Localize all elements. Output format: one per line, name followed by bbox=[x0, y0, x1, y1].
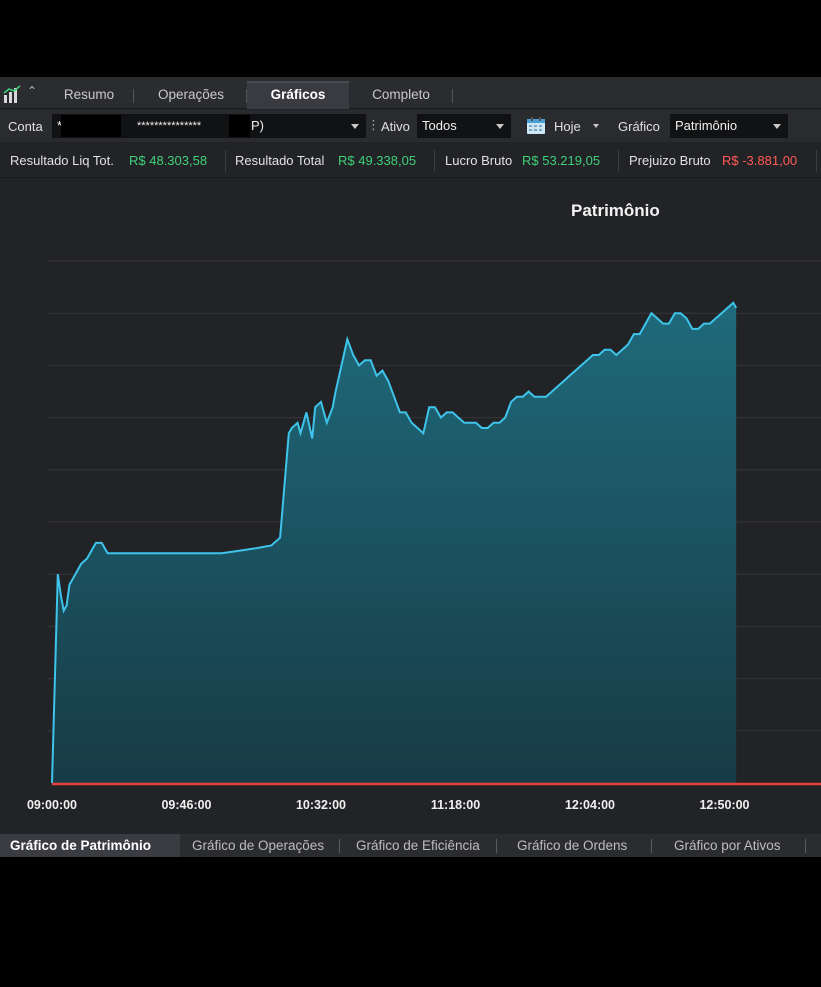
chart-canvas: 09:00:00 09:46:00 10:32:00 11:18:00 12:04:00… bbox=[27, 260, 821, 812]
chevron-up-icon[interactable]: ⌃ bbox=[27, 84, 37, 98]
x-tick-label: 12:50:00 bbox=[699, 798, 749, 812]
divider bbox=[339, 839, 340, 853]
caret-down-icon[interactable] bbox=[351, 124, 359, 129]
conta-label: Conta bbox=[8, 119, 43, 134]
tab-grafico-ativos[interactable]: Gráfico por Ativos bbox=[674, 834, 781, 857]
redaction-block bbox=[61, 115, 121, 137]
caret-down-icon[interactable] bbox=[773, 124, 781, 129]
tab-resumo[interactable]: Resumo bbox=[44, 81, 134, 109]
ativo-dropdown[interactable]: Todos bbox=[417, 114, 511, 138]
resultado-total-value: R$ 49.338,05 bbox=[338, 153, 417, 168]
calendar-icon[interactable] bbox=[526, 116, 546, 135]
divider bbox=[434, 150, 435, 172]
prejuizo-bruto-value: R$ -3.881,00 bbox=[722, 153, 798, 168]
tab-graficos[interactable]: Gráficos bbox=[247, 81, 349, 109]
divider bbox=[651, 839, 652, 853]
tab-grafico-patrimonio[interactable]: Gráfico de Patrimônio bbox=[0, 834, 180, 857]
tab-completo[interactable]: Completo bbox=[349, 81, 453, 109]
prejuizo-bruto-label: Prejuizo Bruto bbox=[629, 153, 711, 168]
conta-value-mask: *************** bbox=[137, 120, 202, 132]
x-tick-label: 12:04:00 bbox=[565, 798, 615, 812]
tab-grafico-ordens[interactable]: Gráfico de Ordens bbox=[517, 834, 627, 857]
lucro-bruto-label: Lucro Bruto bbox=[445, 153, 513, 168]
grafico-value: Patrimônio bbox=[675, 118, 738, 133]
filter-bar: Conta * *************** P) ⋮ Ativo Todos… bbox=[0, 110, 821, 142]
resultado-liq-value: R$ 48.303,58 bbox=[129, 153, 208, 168]
lucro-bruto-value: R$ 53.219,05 bbox=[522, 153, 601, 168]
divider bbox=[805, 839, 806, 853]
app-window: ⌃ Resumo Operações Gráficos Completo Con… bbox=[0, 77, 821, 857]
resultado-liq-label: Resultado Liq Tot. bbox=[10, 153, 114, 168]
series-area bbox=[52, 302, 737, 783]
divider bbox=[225, 150, 226, 172]
divider bbox=[816, 150, 817, 172]
bar-chart-icon[interactable] bbox=[3, 84, 23, 104]
date-value[interactable]: Hoje bbox=[554, 119, 581, 134]
summary-bar: Resultado Liq Tot. R$ 48.303,58 Resultad… bbox=[0, 144, 821, 178]
ativo-label: Ativo bbox=[381, 119, 410, 134]
chart-title: Patrimônio bbox=[571, 201, 660, 220]
x-tick-label: 10:32:00 bbox=[296, 798, 346, 812]
x-tick-label: 09:00:00 bbox=[27, 798, 77, 812]
grafico-label: Gráfico bbox=[618, 119, 660, 134]
caret-down-icon[interactable] bbox=[496, 124, 504, 129]
redaction-block bbox=[229, 115, 250, 137]
tab-grafico-operacoes[interactable]: Gráfico de Operações bbox=[192, 834, 324, 857]
tab-grafico-eficiencia[interactable]: Gráfico de Eficiência bbox=[356, 834, 480, 857]
patrimonio-chart: 09:00:00 09:46:00 10:32:00 11:18:00 12:04:00… bbox=[0, 179, 821, 834]
resultado-total-label: Resultado Total bbox=[235, 153, 325, 168]
divider bbox=[496, 839, 497, 853]
caret-down-icon[interactable] bbox=[593, 124, 599, 128]
ativo-value: Todos bbox=[422, 118, 457, 133]
drag-handle-icon[interactable]: ⋮ bbox=[367, 117, 380, 133]
x-tick-label: 09:46:00 bbox=[161, 798, 211, 812]
conta-value-suffix: P) bbox=[251, 118, 264, 133]
x-tick-label: 11:18:00 bbox=[431, 798, 480, 812]
grafico-dropdown[interactable]: Patrimônio bbox=[670, 114, 788, 138]
tab-operacoes[interactable]: Operações bbox=[135, 81, 247, 109]
divider bbox=[618, 150, 619, 172]
chart-type-tabs: Gráfico de Patrimônio Gráfico de Operaçõ… bbox=[0, 834, 821, 857]
main-tab-bar: ⌃ Resumo Operações Gráficos Completo bbox=[0, 77, 821, 109]
